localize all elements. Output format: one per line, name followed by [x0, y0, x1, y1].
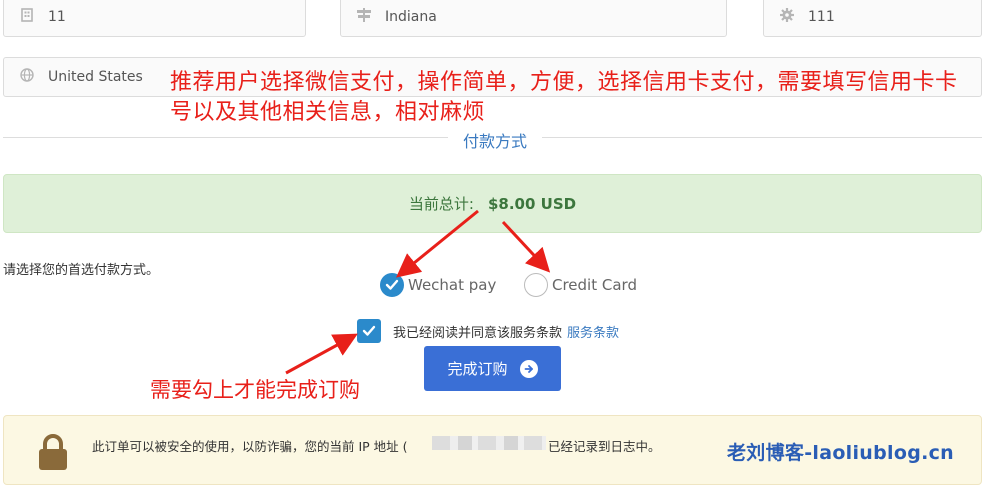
- address2-value: 11: [48, 9, 66, 25]
- site-watermark: 老刘博客-laoliublog.cn: [727, 442, 954, 464]
- address2-field[interactable]: 11: [3, 0, 306, 37]
- order-total-box: 当前总计: $8.00 USD: [3, 174, 982, 233]
- tos-link[interactable]: 服务条款: [567, 322, 619, 341]
- postcode-value: 111: [808, 9, 835, 25]
- notice-text-end: 已经记录到日志中。: [548, 439, 661, 454]
- signpost-icon: [355, 8, 373, 26]
- radio-checked-icon[interactable]: [380, 273, 404, 297]
- divider: [542, 137, 982, 138]
- payment-section-title: 付款方式: [462, 132, 527, 151]
- radio-unchecked-icon[interactable]: [524, 273, 548, 297]
- tos-agreement: 我已经阅读并同意该服务条款 服务条款: [357, 319, 619, 343]
- payment-option-credit-card[interactable]: Credit Card: [524, 273, 637, 297]
- payment-method-prompt: 请选择您的首选付款方式。: [3, 263, 160, 278]
- tos-checkbox[interactable]: [357, 319, 381, 343]
- tos-text: 我已经阅读并同意该服务条款: [393, 325, 563, 341]
- complete-order-label: 完成订购: [447, 360, 508, 378]
- payment-option-wechat[interactable]: Wechat pay: [380, 273, 496, 297]
- annotation-check-required: 需要勾上才能完成订购: [150, 378, 360, 402]
- country-value: United States: [48, 69, 143, 85]
- lock-icon: [36, 433, 70, 475]
- state-value: Indiana: [385, 9, 437, 25]
- annotation-recommend-wechat: 推荐用户选择微信支付，操作简单，方便，选择信用卡支付，需要填写信用卡卡号以及其他…: [170, 70, 958, 125]
- divider: [3, 137, 448, 138]
- postcode-field[interactable]: 111: [763, 0, 982, 37]
- gear-icon: [778, 8, 796, 26]
- total-amount: $8.00 USD: [487, 194, 577, 213]
- building-icon: [18, 8, 36, 26]
- total-label: 当前总计:: [408, 195, 474, 213]
- ip-address-redacted: [432, 436, 546, 450]
- globe-icon: [18, 68, 36, 86]
- payment-option-label: Credit Card: [552, 276, 637, 294]
- complete-order-button[interactable]: 完成订购: [424, 346, 561, 391]
- state-field[interactable]: Indiana: [340, 0, 727, 37]
- payment-option-label: Wechat pay: [408, 276, 497, 294]
- notice-text: 此订单可以被安全的使用，以防诈骗，您的当前 IP 地址 (: [92, 439, 408, 454]
- arrow-to-tos-checkbox: [285, 333, 358, 375]
- arrow-right-circle-icon: [519, 359, 538, 378]
